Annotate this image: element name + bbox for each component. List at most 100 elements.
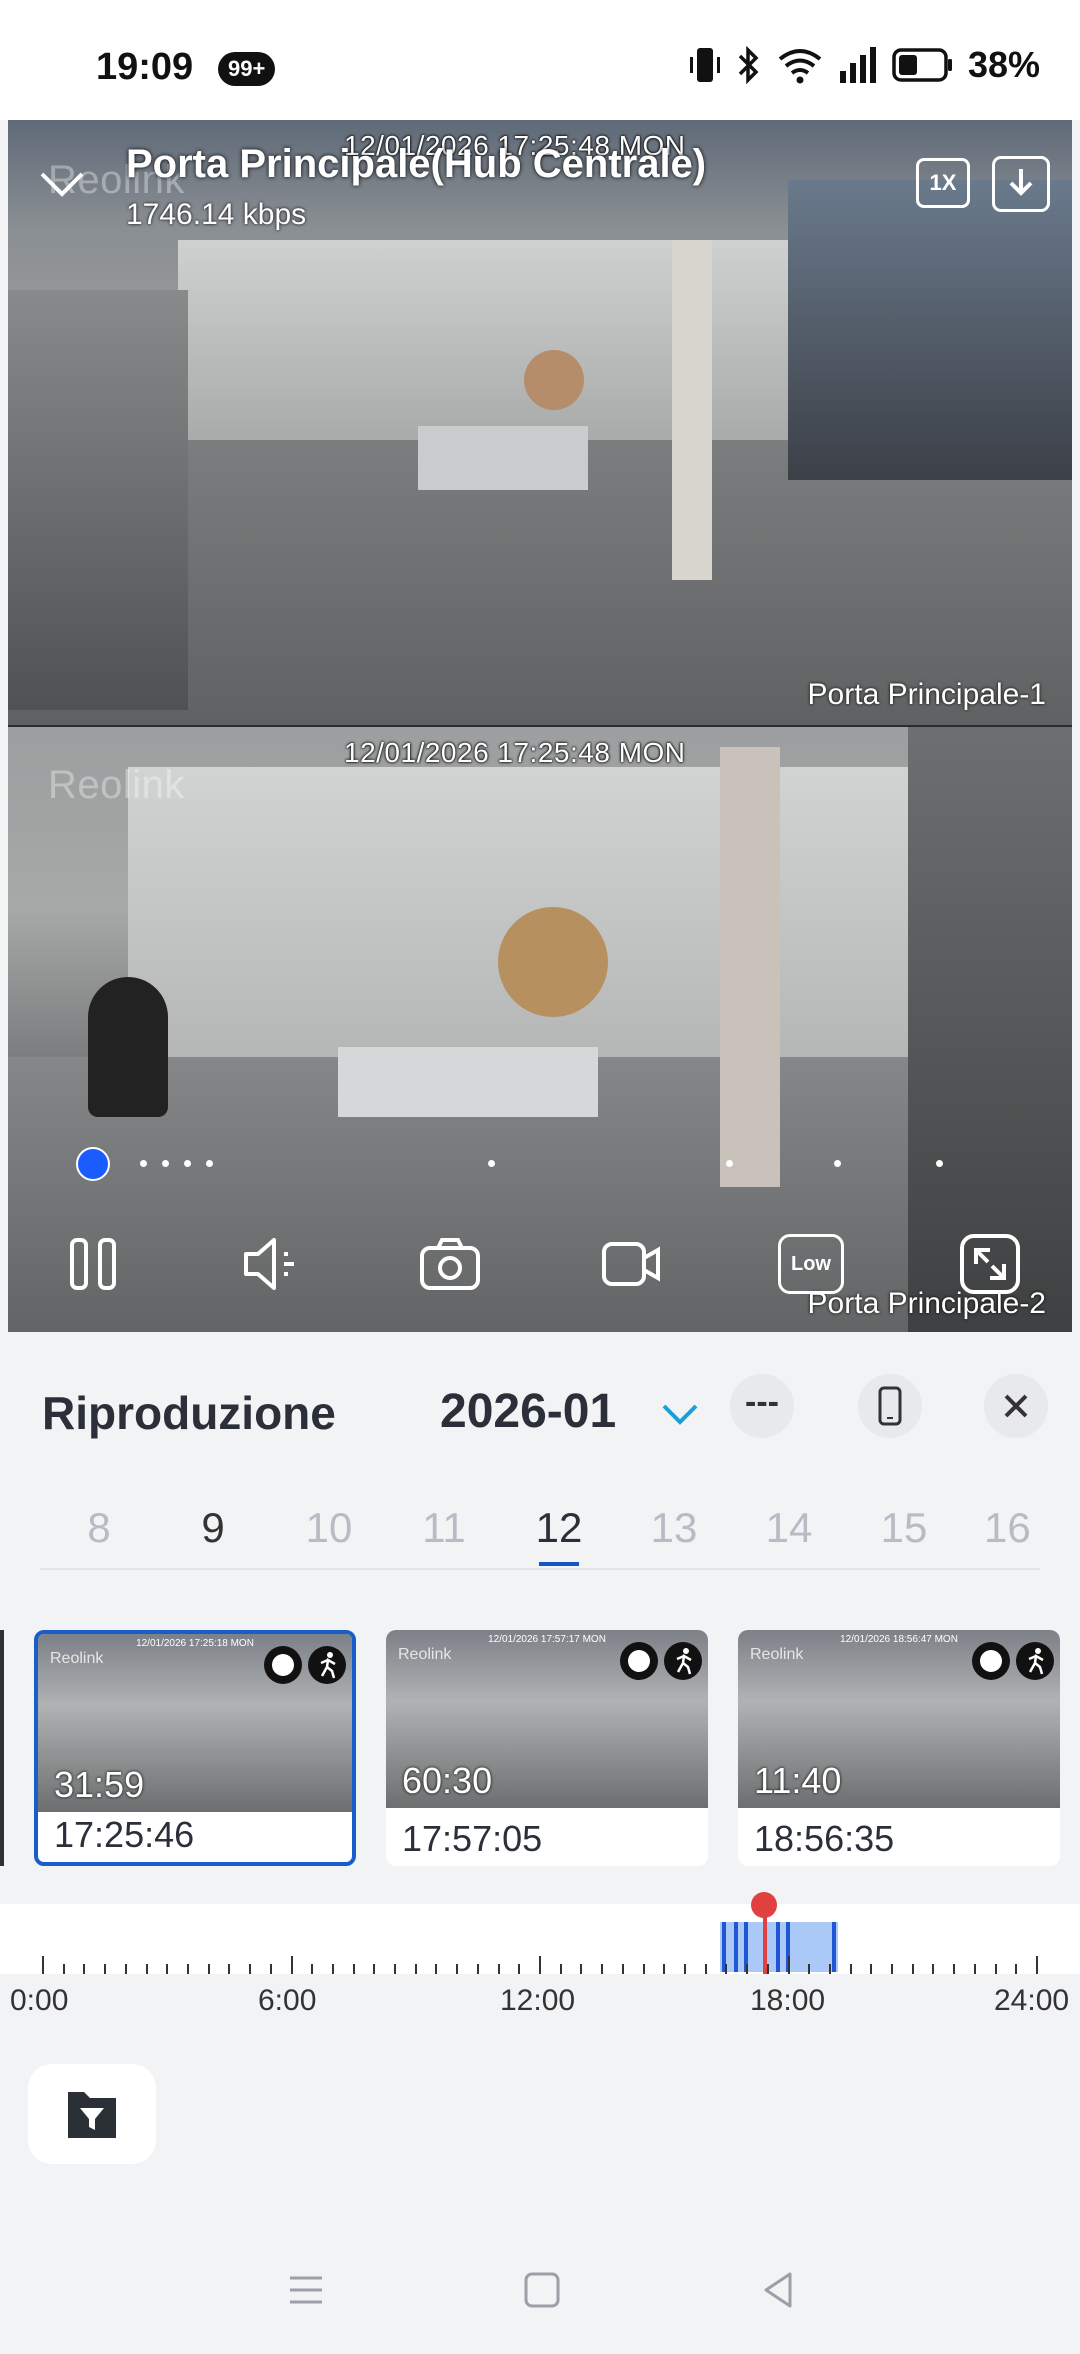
thumb-timestamp: 12/01/2026 17:25:18 MON — [136, 1638, 254, 1649]
timeline-tick — [290, 1956, 293, 1974]
video-player[interactable]: 12/01/2026 17:25:48 MON Reolink Porta Pr… — [8, 120, 1072, 1332]
filter-button[interactable] — [28, 2064, 156, 2164]
event-marker — [726, 1160, 733, 1167]
bitrate-readout: 1746.14 kbps — [126, 198, 307, 231]
day-item[interactable]: 13 — [639, 1504, 709, 1552]
timeline-tick — [601, 1964, 604, 1974]
battery-percent: 38% — [967, 44, 1040, 85]
timeline-tick — [414, 1964, 417, 1974]
timeline-label: 0:00 — [10, 1984, 69, 2017]
system-nav-bar — [0, 2240, 1080, 2354]
day-item[interactable]: 15 — [869, 1504, 939, 1552]
timeline-tick — [311, 1964, 314, 1974]
recording-duration: 11:40 — [754, 1760, 842, 1801]
timeline-scrubber[interactable] — [0, 1892, 1080, 1974]
stream-quality-button[interactable]: Low — [778, 1234, 844, 1294]
day-item[interactable]: 8 — [64, 1504, 134, 1552]
day-night-icon — [972, 1642, 1010, 1680]
timeline-tick — [953, 1964, 956, 1974]
timeline-tick — [683, 1964, 686, 1974]
recording-thumb[interactable]: 12/01/2026 18:56:47 MON Reolink 11:40 18… — [738, 1630, 1060, 1866]
recording-duration: 31:59 — [54, 1764, 145, 1805]
event-marker — [162, 1160, 169, 1167]
recording-thumb[interactable]: 12/01/2026 17:25:18 MON Reolink 31:59 17… — [34, 1630, 356, 1866]
day-item[interactable]: 9 — [178, 1504, 248, 1552]
timeline-tick — [808, 1964, 811, 1974]
day-night-icon — [620, 1642, 658, 1680]
timeline-tick — [186, 1964, 189, 1974]
timeline-tick — [518, 1964, 521, 1974]
timeline-tick — [642, 1964, 645, 1974]
status-time: 19:09 — [96, 46, 194, 88]
notification-badge: 99+ — [218, 52, 276, 86]
day-item-selected[interactable]: 12 — [524, 1504, 594, 1566]
speaker-icon[interactable] — [240, 1232, 304, 1296]
playback-title: Riproduzione — [42, 1387, 336, 1439]
close-button[interactable] — [984, 1374, 1048, 1438]
timeline-labels: 0:00 6:00 12:00 18:00 24:00 — [0, 1984, 1080, 2024]
more-options-button[interactable]: --- — [730, 1374, 794, 1438]
day-item[interactable]: 10 — [294, 1504, 364, 1552]
thumb-watermark: Reolink — [750, 1646, 804, 1663]
player-controls: Low — [8, 1220, 1072, 1310]
recording-preview: 12/01/2026 18:56:47 MON Reolink 11:40 — [738, 1630, 1060, 1808]
recording-duration: 60:30 — [402, 1760, 493, 1801]
month-selector[interactable]: 2026-01 — [440, 1384, 616, 1439]
timeline-tick — [83, 1964, 86, 1974]
previous-thumb-edge[interactable] — [0, 1630, 4, 1866]
timeline-tick — [373, 1964, 376, 1974]
thumb-watermark: Reolink — [50, 1650, 104, 1667]
playback-speed-button[interactable]: 1X — [916, 158, 970, 208]
day-label: 12 — [535, 1504, 583, 1551]
event-marker — [140, 1160, 147, 1167]
timeline-tick — [973, 1964, 976, 1974]
motion-person-icon — [664, 1642, 702, 1680]
timeline-tick — [559, 1964, 562, 1974]
playback-position-dot[interactable] — [76, 1147, 110, 1181]
timeline-tick — [580, 1964, 583, 1974]
timeline-tick — [539, 1956, 541, 1974]
close-icon — [1004, 1394, 1028, 1418]
recording-start-time: 18:56:35 — [754, 1818, 895, 1859]
portrait-mode-button[interactable] — [858, 1374, 922, 1438]
timeline-tick — [435, 1964, 438, 1974]
timeline-tick — [42, 1956, 44, 1974]
chevron-down-icon[interactable] — [660, 1398, 700, 1428]
timeline-tick — [331, 1964, 334, 1974]
timeline-tick — [621, 1964, 624, 1974]
day-item[interactable]: 14 — [754, 1504, 824, 1552]
vibrate-icon — [689, 48, 720, 82]
timeline-cursor-knob[interactable] — [751, 1892, 777, 1918]
device-title: Porta Principale(Hub Centrale) — [126, 142, 707, 186]
snapshot-icon[interactable] — [418, 1232, 482, 1296]
back-chevron-icon[interactable] — [36, 158, 88, 210]
timeline-label: 6:00 — [258, 1984, 317, 2017]
timeline-ticks — [0, 1904, 1080, 1974]
day-selector: 8 9 10 11 12 13 14 15 16 — [40, 1504, 1040, 1570]
download-icon[interactable] — [992, 156, 1050, 212]
record-video-icon[interactable] — [600, 1232, 664, 1296]
timeline-label: 18:00 — [750, 1984, 826, 2017]
recording-start-time: 17:57:05 — [402, 1818, 543, 1859]
timeline-tick — [228, 1964, 231, 1974]
timeline-tick — [394, 1964, 397, 1974]
day-item[interactable]: 16 — [984, 1504, 1040, 1552]
event-marker — [488, 1160, 495, 1167]
back-icon[interactable] — [758, 2270, 798, 2310]
timeline-tick — [849, 1964, 852, 1974]
timeline-tick — [249, 1964, 252, 1974]
timeline-label: 24:00 — [994, 1984, 1070, 2017]
recording-thumb[interactable]: 12/01/2026 17:57:17 MON Reolink 60:30 17… — [386, 1630, 708, 1866]
recent-apps-icon[interactable] — [286, 2270, 326, 2310]
pause-icon[interactable] — [62, 1232, 126, 1296]
thumb-watermark: Reolink — [398, 1646, 452, 1663]
timeline-tick — [269, 1964, 272, 1974]
timeline-tick — [1036, 1956, 1038, 1974]
day-item[interactable]: 11 — [409, 1504, 479, 1552]
timeline-tick — [663, 1964, 666, 1974]
home-icon[interactable] — [522, 2270, 562, 2310]
fullscreen-icon[interactable] — [958, 1232, 1022, 1296]
timeline-tick — [746, 1964, 749, 1974]
timeline-tick — [497, 1964, 500, 1974]
signal-icon — [839, 47, 876, 83]
